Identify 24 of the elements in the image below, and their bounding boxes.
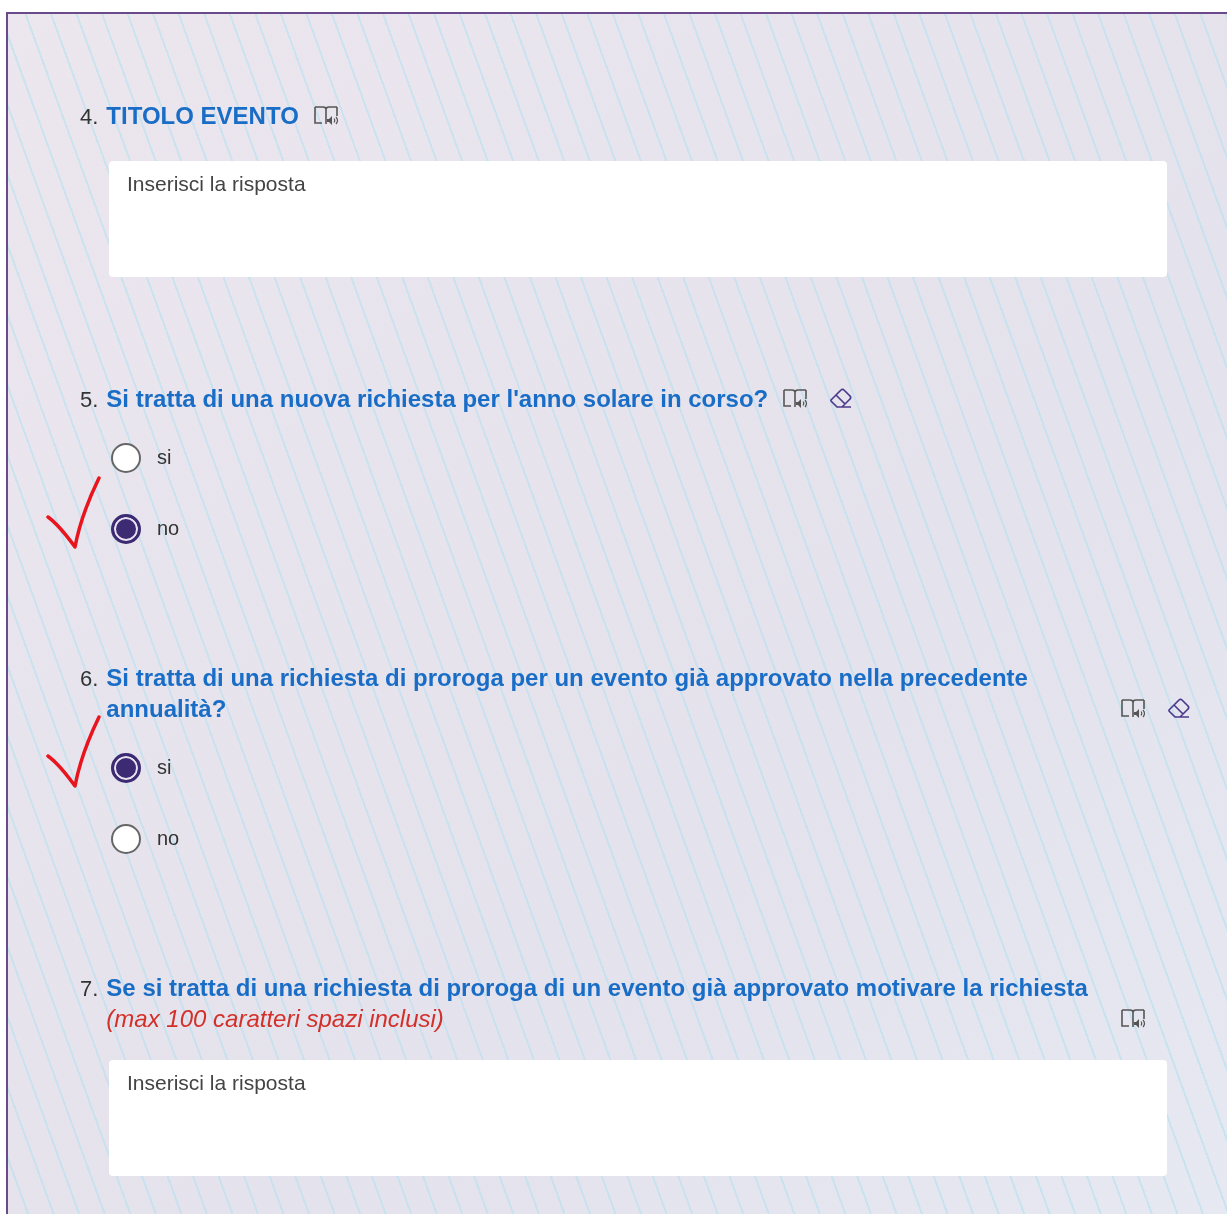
question-title: Si tratta di una richiesta di proroga per un evento già approvato nella precedente annualità? [106,663,1029,724]
eraser-icon[interactable] [1166,696,1193,720]
question-number: 6. [80,666,99,692]
radio-button[interactable] [111,752,141,783]
immersive-reader-icon[interactable] [1120,698,1147,720]
option-label: no [157,827,180,850]
question-title: TITOLO EVENTO [106,101,299,131]
question-number: 5. [80,387,99,413]
question-title: Si tratta di una nuova richiesta per l'anno solare in corso? [106,384,769,414]
question-number: 4. [80,104,99,130]
eraser-icon[interactable] [828,386,855,410]
option-label: si [157,756,172,779]
option-label: si [157,446,172,469]
answer-field[interactable]: Inserisci la risposta [109,1060,1167,1176]
immersive-reader-icon[interactable] [782,388,809,410]
radio-button[interactable] [111,442,141,473]
question-number: 7. [80,976,99,1002]
radio-button[interactable] [111,823,141,854]
immersive-reader-icon[interactable] [312,105,339,127]
radio-button[interactable] [111,513,141,544]
option-label: no [157,517,180,540]
question-title: Se si tratta di una richiesta di proroga di un evento già approvato motivare la richiesta (max 100 caratteri spazi inclusi) [106,973,1089,1034]
immersive-reader-icon[interactable] [1120,1008,1147,1030]
answer-field[interactable]: Inserisci la risposta [109,161,1167,277]
